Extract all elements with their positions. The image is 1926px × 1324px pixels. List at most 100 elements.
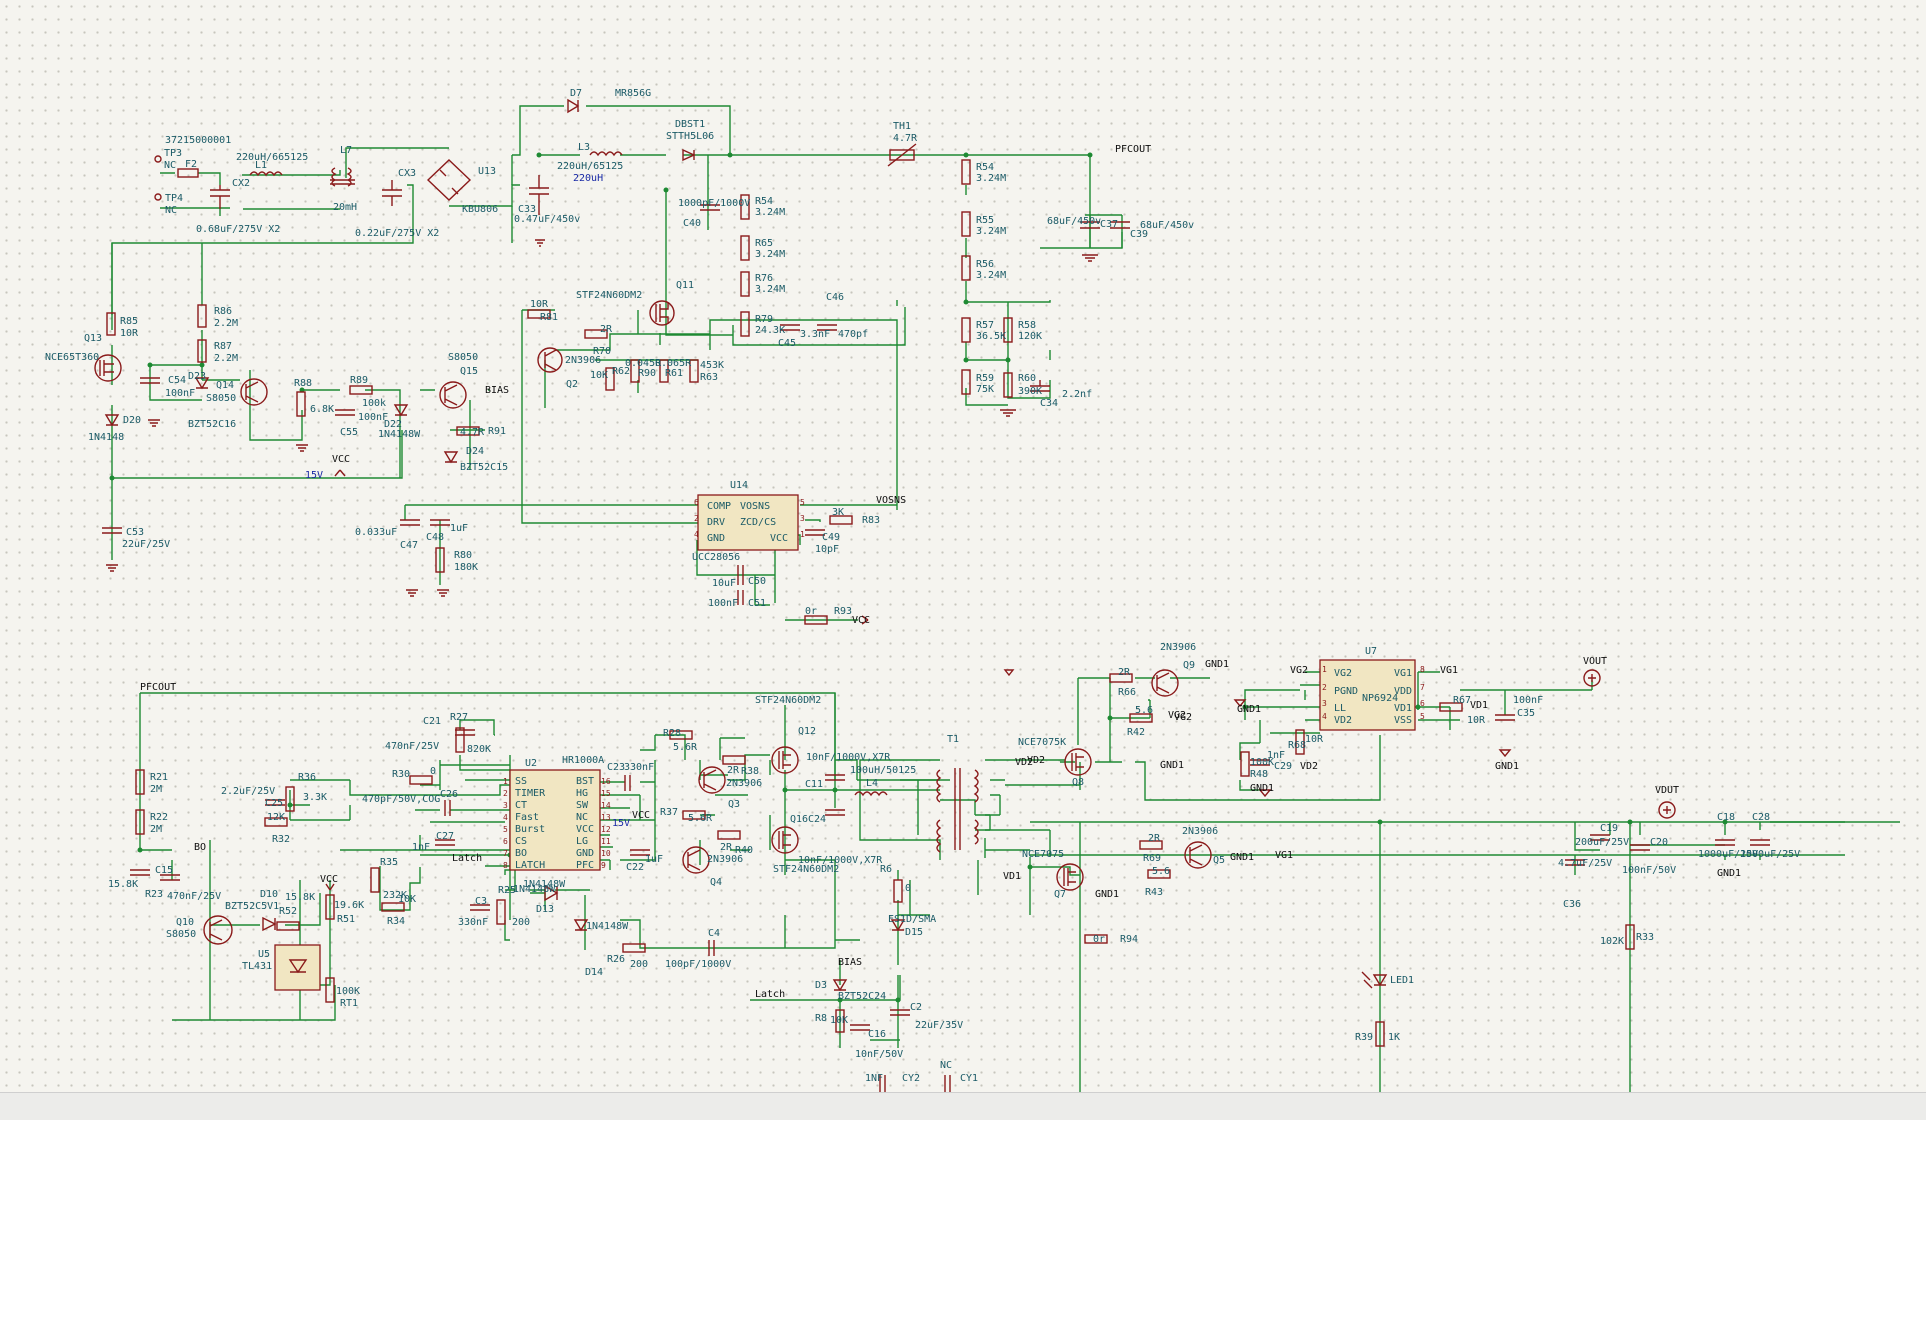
u2-num-9: 9 (601, 861, 606, 870)
label-r6-val: 0 (905, 883, 911, 894)
label-r81: R81 (540, 312, 558, 323)
label-r56: R56 (976, 259, 994, 270)
net-vout: VOUT (1583, 656, 1607, 667)
label-r66: R66 (1118, 687, 1136, 698)
scrollbar-area[interactable] (0, 1092, 1926, 1121)
u7-num-2: 2 (1322, 683, 1327, 692)
label-cy1: CY1 (960, 1073, 978, 1084)
label-r69-val: 2R (1148, 833, 1161, 844)
label-c19-val: 200uF/25V (1575, 837, 1629, 848)
label-r68: R68 (1288, 740, 1306, 751)
label-q12: Q12 (798, 726, 816, 737)
u2-pin-sw: SW (576, 800, 589, 811)
label-rt1: RT1 (340, 998, 358, 1009)
u7-num-1: 1 (1322, 665, 1327, 674)
label-r54b-val: 3.24M (976, 173, 1006, 184)
label-r27: R27 (450, 712, 468, 723)
label-c25: C25 (265, 798, 283, 809)
label-r88: R88 (294, 378, 312, 389)
net-bias-llc: BIAS (838, 957, 862, 968)
u2-num-11: 11 (601, 837, 611, 846)
u2-num-3: 3 (503, 801, 508, 810)
label-r63: R63 (700, 372, 718, 383)
svg-text:4: 4 (694, 530, 699, 539)
label-u5-val: TL431 (242, 961, 272, 972)
label-c50: C50 (748, 576, 766, 587)
label-c11-val: 10nF/1000V,X7R (806, 752, 891, 763)
u2-num-1: 1 (503, 777, 508, 786)
label-tp3: TP3 (164, 148, 182, 159)
label-d7-val: MR856G (615, 88, 651, 99)
label-l7-val: 20mH (333, 202, 357, 213)
label-u7: U7 (1365, 646, 1377, 657)
label-r36: R36 (298, 772, 316, 783)
label-u13-val: KBU806 (462, 204, 498, 215)
u2-num-14: 14 (601, 801, 611, 810)
label-u2: U2 (525, 758, 537, 769)
label-r90: R90 (638, 368, 656, 379)
label-r55-val: 3.24M (976, 226, 1006, 237)
net-vd2-extra: VD2 (1015, 757, 1033, 768)
label-r67: R67 (1453, 695, 1471, 706)
label-c4: C4 (708, 928, 720, 939)
label-c51-val: 100nF (708, 598, 738, 609)
label-r32-val: 12K (267, 812, 285, 823)
label-r6: R6 (880, 864, 892, 875)
label-c29-val: 1nF (1267, 750, 1285, 761)
label-c36-val: 4.7uF/25V (1558, 858, 1612, 869)
svg-text:6: 6 (694, 498, 699, 507)
u2-pin-hg: HG (576, 788, 588, 799)
label-r36-val: 3.3K (303, 792, 327, 803)
label-c51: C51 (748, 598, 766, 609)
label-l4: L4 (866, 778, 878, 789)
u14-pin-gnd: GND (707, 533, 725, 544)
u2-pin-cs: CS (515, 836, 527, 847)
label-r26-val: 200 (630, 959, 648, 970)
u7-num-4: 4 (1322, 712, 1327, 721)
label-tp4: TP4 (165, 193, 183, 204)
net-vg1-q5: VG1 (1275, 850, 1293, 861)
label-r42-val: 5.6 (1135, 705, 1153, 716)
label-c35-val: 100nF (1513, 695, 1543, 706)
label-r85-val: 10R (120, 328, 139, 339)
label-d23: D23 (188, 371, 206, 382)
label-d7: D7 (570, 88, 582, 99)
u2-pin-gnd: GND (576, 848, 594, 859)
label-c21-val: 470nF/25V (385, 741, 439, 752)
label-rt1-val: 100K (336, 986, 360, 997)
label-q15-val: S8050 (448, 352, 478, 363)
u14-pin-drv: DRV (707, 517, 725, 528)
label-r68-val: 10R (1305, 734, 1324, 745)
label-r70-val: 2R (600, 324, 613, 335)
label-c37-val: 68uF/450v (1047, 216, 1101, 227)
label-q11-val: STF24N60DM2 (576, 290, 642, 301)
label-q13: Q13 (84, 333, 102, 344)
label-q5: Q5 (1213, 855, 1225, 866)
label-r51-val: 19.6K (334, 900, 364, 911)
wires (111, 105, 1900, 1092)
u2-num-12: 12 (601, 825, 611, 834)
label-c24-val: 10nF/1000V,X7R (798, 855, 883, 866)
label-c45-val: 3.3nF (800, 329, 830, 340)
label-r30-val: 0 (430, 766, 436, 777)
net-vg1-u7: VG1 (1440, 665, 1458, 676)
label-r59-val: 75K (976, 384, 994, 395)
net-vosns: VOSNS (876, 495, 906, 506)
schematic-sheet[interactable]: 37215000001 TP3 NC TP4 NC F2 CX2 0.68uF/… (0, 0, 1926, 1092)
label-d23-val: BZT52C16 (188, 419, 236, 430)
svg-text:1: 1 (800, 530, 805, 539)
label-r88-val: 6.8K (310, 404, 334, 415)
label-q11: Q11 (676, 280, 694, 291)
label-r86-val: 2.2M (214, 318, 238, 329)
label-q14-val: S8050 (206, 393, 236, 404)
u7-pin-ll: LL (1334, 703, 1346, 714)
label-d15-val: ES1D/SMA (888, 914, 936, 925)
label-c4-val: 100pF/1000V (665, 959, 731, 970)
u7-num-3: 3 (1322, 699, 1327, 708)
label-c40-val: 1000pF/1000V (678, 198, 750, 209)
label-d13: D13 (536, 904, 554, 915)
label-u2-caption: 1N4148W (513, 884, 556, 895)
label-c22-val: 1uF (645, 854, 663, 865)
label-c47: C47 (400, 540, 418, 551)
label-dbst1: DBST1 (675, 119, 705, 130)
